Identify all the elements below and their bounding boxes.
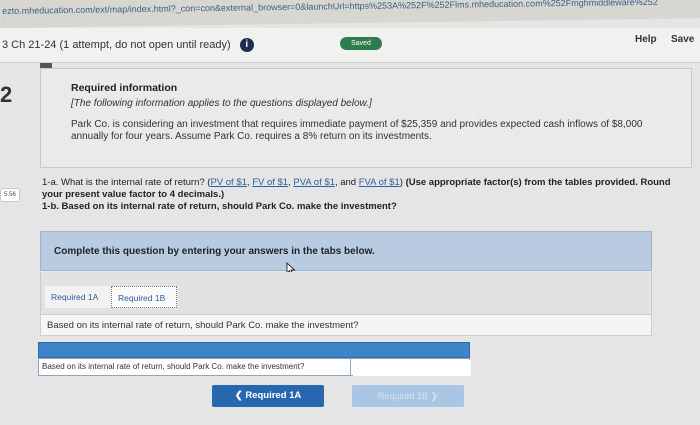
save-button[interactable]: Save bbox=[671, 34, 694, 45]
pv-table-link[interactable]: PV of $1 bbox=[210, 177, 246, 188]
tab-question-strip: Based on its internal rate of return, sh… bbox=[40, 314, 652, 336]
tabs-area: Required 1A Required 1B bbox=[40, 272, 652, 314]
question-1b: 1-b. Based on its internal rate of retur… bbox=[42, 201, 397, 212]
fv-table-link[interactable]: FV of $1 bbox=[252, 177, 288, 188]
info-icon[interactable]: i bbox=[239, 38, 254, 52]
assignment-title: 3 Ch 21-24 (1 attempt, do not open until… bbox=[2, 38, 254, 52]
required-information-body: Park Co. is considering an investment th… bbox=[71, 119, 643, 142]
question-1a-prefix: 1-a. What is the internal rate of return… bbox=[42, 177, 211, 188]
assignment-header: 3 Ch 21-24 (1 attempt, do not open until… bbox=[0, 28, 700, 63]
answer-label: Based on its internal rate of return, sh… bbox=[39, 359, 351, 375]
instructions-panel-text: Complete this question by entering your … bbox=[54, 246, 375, 257]
required-information-box: Required information [The following info… bbox=[40, 68, 692, 168]
link-and-text: , and bbox=[334, 177, 359, 188]
question-number: 2 bbox=[0, 82, 13, 107]
prev-required-1a-button[interactable]: ❮ Required 1A bbox=[212, 385, 324, 407]
question-text: 1-a. What is the internal rate of return… bbox=[42, 177, 671, 212]
next-required-1b-button[interactable]: Required 1B ❯ bbox=[352, 385, 464, 407]
close-paren: ) bbox=[399, 177, 403, 188]
points-badge: 5.56 bbox=[0, 188, 20, 202]
url-bar[interactable]: ezto.mheducation.com/ext/map/index.html?… bbox=[0, 0, 700, 28]
required-information-title: Required information bbox=[71, 82, 178, 94]
answer-row: Based on its internal rate of return, sh… bbox=[38, 358, 471, 376]
required-information-note: [The following information applies to th… bbox=[71, 98, 372, 109]
pva-table-link[interactable]: PVA of $1 bbox=[293, 177, 335, 188]
help-button[interactable]: Help bbox=[635, 34, 657, 45]
saved-status-badge: Saved bbox=[340, 37, 382, 50]
assignment-title-text: 3 Ch 21-24 (1 attempt, do not open until… bbox=[2, 38, 231, 51]
instructions-panel: Complete this question by entering your … bbox=[40, 231, 652, 271]
tab-required-1b[interactable]: Required 1B bbox=[111, 286, 177, 308]
tab-question-text: Based on its internal rate of return, sh… bbox=[47, 320, 359, 331]
tab-required-1a[interactable]: Required 1A bbox=[45, 286, 111, 308]
fva-table-link[interactable]: FVA of $1 bbox=[359, 177, 400, 188]
answer-table-header bbox=[38, 342, 470, 358]
answer-input[interactable] bbox=[353, 360, 471, 376]
